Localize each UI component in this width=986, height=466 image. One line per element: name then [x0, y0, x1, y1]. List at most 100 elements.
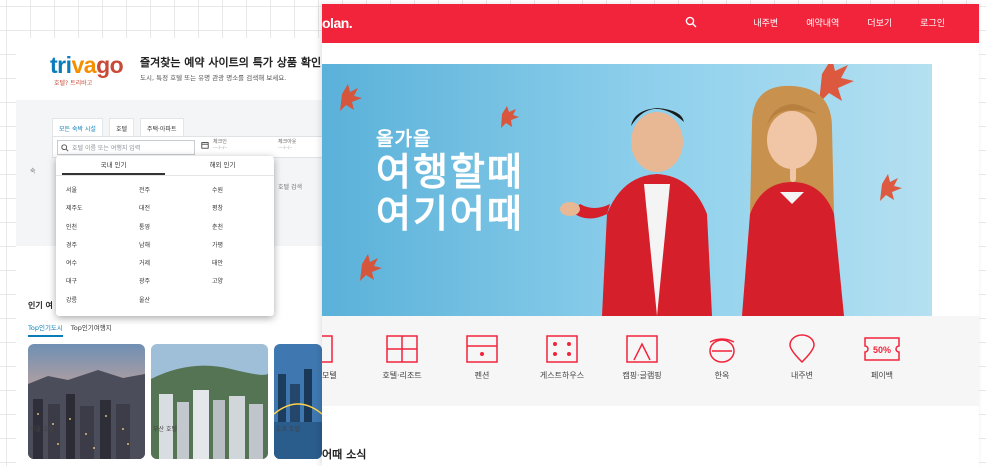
city-option[interactable]: 고양: [212, 273, 284, 291]
hanok-icon: [709, 338, 735, 363]
category-label: 호텔·리조트: [382, 371, 422, 380]
yanolja-page: olan. 내주변 예약내역 더보기 로그인 올가을 여행할때 여기어때 모텔 …: [322, 4, 979, 466]
city-photo: [28, 344, 145, 459]
woman-figure: [742, 85, 844, 316]
nav-more[interactable]: 더보기: [867, 16, 892, 29]
tab-domestic-popular[interactable]: 국내 인기: [62, 156, 165, 175]
category-label: 펜션: [474, 371, 490, 380]
nav-nearby[interactable]: 내주변: [753, 16, 778, 29]
trivago-type-tabs: 모든 숙박 시설 호텔 주택·아파트: [52, 118, 184, 138]
trivago-description: 도시, 특정 호텔 또는 유명 관광 명소를 검색해 보세요.: [140, 74, 287, 82]
search-placeholder: 호텔 이름 또는 여행지 입력: [72, 145, 141, 152]
city-option[interactable]: 통영: [139, 219, 212, 237]
city-card-busan[interactable]: [151, 344, 268, 459]
news-section-title: 어때 소식: [322, 448, 367, 461]
category-payback[interactable]: 50% 페이백: [842, 334, 922, 381]
tab-all-stays[interactable]: 모든 숙박 시설: [52, 118, 103, 138]
category-label: 내주변: [790, 371, 814, 380]
category-nearby[interactable]: 내주변: [762, 334, 842, 381]
location-pin-icon: [789, 334, 815, 364]
city-option[interactable]: 서울: [66, 182, 139, 200]
maple-leaf-icon: [360, 254, 382, 281]
banner-headline: 올가을 여행할때 여기어때: [376, 124, 524, 235]
tab-hotel[interactable]: 호텔: [108, 118, 134, 138]
city-option[interactable]: 광주: [139, 273, 212, 291]
city-option[interactable]: 대구: [66, 273, 139, 291]
city-option[interactable]: 경주: [66, 237, 139, 255]
man-figure: [560, 108, 712, 316]
category-camping-glamping[interactable]: 캠핑·글램핑: [602, 334, 682, 381]
headline-line-1: 여행할때: [376, 150, 524, 194]
category-hanok[interactable]: 한옥: [682, 334, 762, 381]
city-card-label: 서울 호텔: [30, 426, 54, 433]
city-option[interactable]: 대전: [139, 200, 212, 218]
popular-section-title: 인기 여: [28, 301, 53, 310]
checkout-value: ----/--/--: [278, 145, 293, 150]
headline-sub: 올가을: [376, 128, 432, 150]
trivago-search-bar: 호텔 이름 또는 여행지 입력 체크인 ----/--/-- 체크아웃 ----…: [52, 136, 342, 158]
maple-leaf-icon: [819, 64, 854, 103]
calendar-icon: [201, 141, 209, 149]
nav-reservations[interactable]: 예약내역: [806, 16, 839, 29]
trivago-tagline: 호텔? 트리바고: [54, 80, 93, 87]
city-option[interactable]: 평창: [212, 200, 284, 218]
city-option[interactable]: 거제: [139, 255, 212, 273]
tab-top-destinations[interactable]: Top인기여행지: [71, 322, 112, 337]
tent-icon: [626, 335, 658, 363]
checkout-field[interactable]: 체크아웃 ----/--/--: [278, 139, 296, 150]
category-guesthouse[interactable]: 게스트하우스: [522, 334, 602, 381]
checkin-value: ----/--/--: [213, 145, 228, 150]
side-text: 숙: [30, 168, 36, 175]
search-icon[interactable]: [685, 16, 697, 28]
tab-house-apartment[interactable]: 주택·아파트: [139, 118, 184, 138]
city-option[interactable]: 가평: [212, 237, 284, 255]
promo-banner[interactable]: 올가을 여행할때 여기어때: [322, 64, 932, 316]
category-label: 모텔: [322, 371, 337, 380]
nav-menu: 내주변 예약내역 더보기 로그인: [753, 16, 945, 29]
category-hotel-resort[interactable]: 호텔·리조트: [362, 334, 442, 381]
maple-leaf-icon: [880, 174, 902, 201]
category-label: 캠핑·글램핑: [622, 371, 662, 380]
guesthouse-icon: [546, 335, 578, 363]
city-option[interactable]: 여수: [66, 255, 139, 273]
search-icon: [61, 143, 69, 152]
category-label: 한옥: [714, 371, 730, 380]
city-option[interactable]: 전주: [139, 182, 212, 200]
tab-overseas-popular[interactable]: 해외 인기: [171, 156, 274, 175]
city-option[interactable]: 남해: [139, 237, 212, 255]
headline-line-2: 여기어때: [376, 192, 524, 236]
tab-top-cities[interactable]: Top인기도시: [28, 322, 63, 337]
city-option[interactable]: 수원: [212, 182, 284, 200]
city-option[interactable]: 춘천: [212, 219, 284, 237]
city-card-tokyo[interactable]: [274, 344, 322, 459]
city-option[interactable]: 강릉: [66, 292, 139, 310]
nav-login[interactable]: 로그인: [920, 16, 945, 29]
trivago-title: 즐겨찾는 예약 사이트의 특가 상품 확인: [140, 56, 322, 69]
city-card-seoul[interactable]: [28, 344, 145, 459]
city-list: 서울 전주 수원 제주도 대전 평창 인천 통영 춘천 경주 남해 가평 여수 …: [56, 176, 274, 310]
city-photo: [151, 344, 268, 459]
city-option[interactable]: 제주도: [66, 200, 139, 218]
city-card-label: 도쿄 호텔: [276, 426, 300, 433]
motel-icon: [322, 335, 333, 363]
category-motel[interactable]: 모텔: [322, 334, 362, 381]
payback-coupon-icon: 50%: [864, 337, 900, 361]
checkin-field[interactable]: 체크인 ----/--/--: [201, 139, 227, 150]
city-option[interactable]: 태안: [212, 255, 284, 273]
dropdown-tabs: 국내 인기 해외 인기: [56, 156, 274, 176]
maple-leaf-icon: [340, 84, 362, 111]
yanolja-logo[interactable]: olan.: [322, 15, 353, 31]
destination-search-input[interactable]: 호텔 이름 또는 여행지 입력: [57, 140, 195, 155]
popular-tabs: Top인기도시 Top인기여행지: [28, 322, 112, 337]
category-label: 게스트하우스: [539, 371, 585, 380]
city-card-label: 부산 호텔: [153, 426, 177, 433]
trivago-logo[interactable]: trivago: [50, 52, 124, 79]
hotel-icon: [386, 335, 418, 363]
city-option[interactable]: 울산: [139, 292, 212, 310]
category-list: 모텔 호텔·리조트 펜션 게스트하우스 캠핑·글램핑 한옥 내주변 50% 페이: [322, 334, 922, 381]
category-label: 페이백: [870, 371, 894, 380]
top-nav: olan. 내주변 예약내역 더보기 로그인: [322, 4, 979, 43]
category-pension[interactable]: 펜션: [442, 334, 522, 381]
city-option[interactable]: 인천: [66, 219, 139, 237]
payback-badge: 50%: [873, 345, 891, 355]
